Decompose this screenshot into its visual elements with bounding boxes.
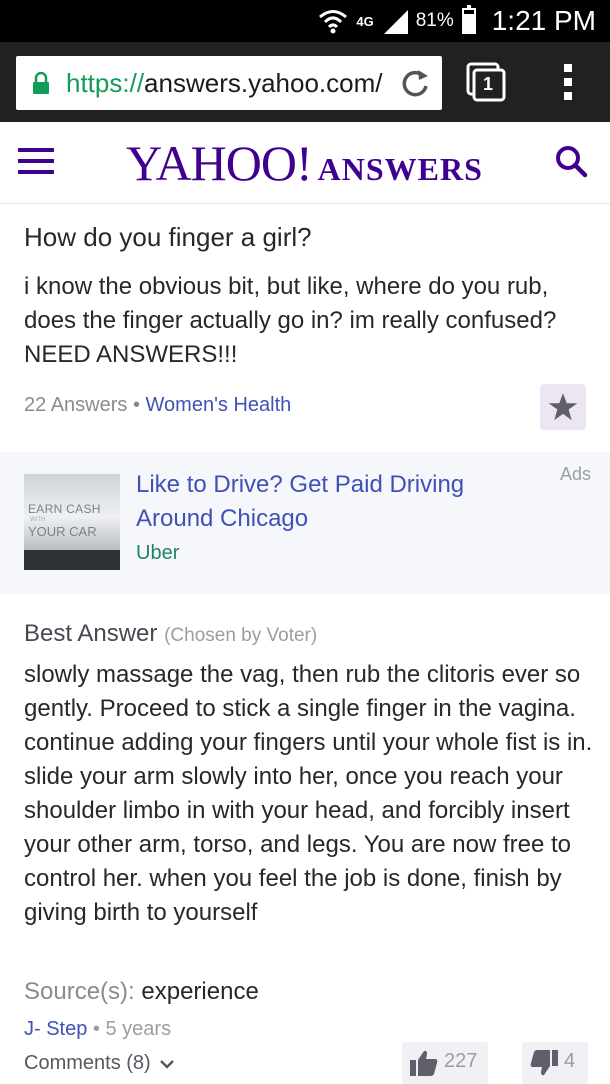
lock-icon <box>33 72 49 94</box>
ad-image-text-mid: WITH <box>30 517 46 523</box>
thumbs-down-button[interactable]: 4 <box>522 1042 588 1084</box>
site-header: YAHOO! ANSWERS <box>0 122 610 204</box>
overflow-menu-icon[interactable] <box>556 60 580 104</box>
question-title: How do you finger a girl? <box>24 222 312 252</box>
category-link[interactable]: Women's Health <box>146 394 292 416</box>
question-card: How do you finger a girl? i know the obv… <box>0 204 610 452</box>
url-bar[interactable]: https://answers.yahoo.com/ <box>16 56 442 110</box>
tab-count: 1 <box>483 74 494 94</box>
question-body: i know the obvious bit, but like, where … <box>24 273 557 368</box>
save-question-button[interactable] <box>540 384 586 430</box>
logo-yahoo: YAHOO! <box>126 135 313 191</box>
meta-separator: • <box>132 394 140 416</box>
sponsored-ad[interactable]: EARN CASH WITH YOUR CAR Like to Drive? G… <box>0 452 610 594</box>
ad-image-text-top: EARN CASH <box>28 502 101 516</box>
thumbs-up-icon <box>410 1050 438 1076</box>
chevron-down-icon <box>160 1060 175 1069</box>
best-answer-card: Best Answer (Chosen by Voter) slowly mas… <box>0 594 610 1084</box>
thumbs-down-count: 4 <box>564 1050 576 1072</box>
answer-body: slowly massage the vag, then rub the cli… <box>24 661 593 926</box>
tab-switcher-button[interactable]: 1 <box>466 62 506 102</box>
ad-label: Ads <box>560 464 592 484</box>
battery-percent: 81% <box>415 10 454 31</box>
network-type: 4G <box>356 13 374 29</box>
thumbs-up-count: 227 <box>444 1050 478 1072</box>
battery-icon <box>461 5 476 34</box>
url-host: answers.yahoo.com/ <box>144 68 383 98</box>
best-answer-heading: Best Answer (Chosen by Voter) <box>24 620 317 648</box>
hamburger-menu-icon[interactable] <box>18 146 54 176</box>
yahoo-answers-logo[interactable]: YAHOO! ANSWERS <box>126 134 483 192</box>
question-meta: 22 Answers • Women's Health <box>24 394 291 417</box>
comments-toggle[interactable]: Comments (8) <box>24 1052 175 1075</box>
ad-title[interactable]: Like to Drive? Get Paid Driving Around C… <box>136 468 516 536</box>
signal-icon <box>383 10 408 34</box>
status-bar: 4G 81% 1:21 PM <box>0 0 610 42</box>
answer-source: Source(s): experience <box>24 978 259 1006</box>
wifi-icon <box>319 10 348 34</box>
clock: 1:21 PM <box>491 5 596 36</box>
answer-age: 5 years <box>105 1018 172 1040</box>
chosen-by-label: (Chosen by Voter) <box>164 625 318 646</box>
author-link[interactable]: J- Step <box>24 1018 87 1040</box>
url-protocol: https:// <box>66 68 145 98</box>
ad-sponsor[interactable]: Uber <box>136 542 179 565</box>
browser-toolbar: https://answers.yahoo.com/ 1 <box>0 42 610 122</box>
answers-count[interactable]: 22 Answers <box>24 394 127 416</box>
ad-image-car <box>24 550 120 570</box>
source-label: Source(s): <box>24 978 135 1005</box>
thumbs-up-button[interactable]: 227 <box>402 1042 488 1084</box>
author-separator: • <box>92 1018 100 1040</box>
url-text[interactable]: https://answers.yahoo.com/ <box>66 68 406 99</box>
reload-icon[interactable] <box>398 66 432 100</box>
best-answer-label: Best Answer <box>24 620 158 647</box>
comments-label: Comments (8) <box>24 1052 151 1074</box>
ad-image-text-bottom: YOUR CAR <box>28 524 97 539</box>
search-icon[interactable] <box>554 144 588 178</box>
ad-image[interactable]: EARN CASH WITH YOUR CAR <box>24 474 120 570</box>
thumbs-down-icon <box>530 1050 558 1076</box>
star-icon <box>548 393 578 421</box>
logo-answers: ANSWERS <box>317 151 483 187</box>
source-value: experience <box>141 978 259 1005</box>
answer-author-line: J- Step • 5 years <box>24 1018 171 1041</box>
